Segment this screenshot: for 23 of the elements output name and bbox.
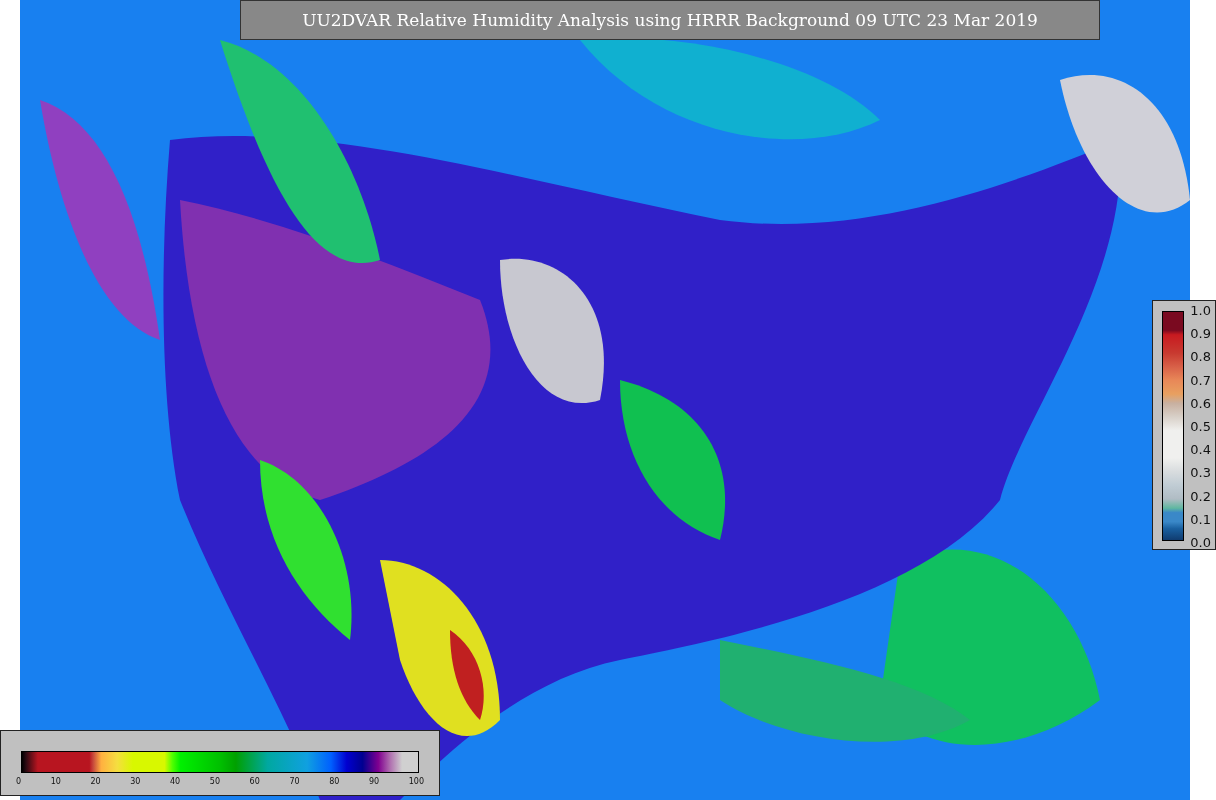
colorbar-tick-label: 100 [408, 777, 424, 786]
colorbar-tick-label: 0.4 [1190, 442, 1211, 459]
colorbar-tick-label: 10 [50, 777, 61, 786]
colorbar-tick-label: 0.5 [1190, 418, 1211, 435]
colorbar-tick-label: 70 [289, 777, 300, 786]
colorbar-tick-label: 0.1 [1190, 511, 1211, 528]
colorbar-tick-label: 0.7 [1190, 372, 1211, 389]
colorbar-tick-label: 20 [90, 777, 101, 786]
colorbar-tick-label: 0.3 [1190, 465, 1211, 482]
map-title: UU2DVAR Relative Humidity Analysis using HRRR Background 09 UTC 23 Mar 2019 [240, 0, 1100, 40]
colorbar-tick-label: 0.0 [1190, 534, 1211, 551]
colorbar-tick-label: 1.0 [1190, 303, 1211, 319]
colorbar-tick-label: 40 [170, 777, 181, 786]
colorbar-tick-label: 90 [368, 777, 380, 786]
colorbar-tick-label: 0 [16, 777, 22, 786]
colorbar-tick-label: 30 [130, 777, 141, 786]
colorbar-tick-label: 0.6 [1190, 395, 1211, 412]
colorbar-tick-label: 0.9 [1190, 326, 1211, 343]
colorbar-tick-label: 0.2 [1190, 488, 1211, 505]
colorbar-tick-label: 60 [249, 777, 260, 786]
colorbar-tick-label: 50 [209, 777, 220, 786]
colorbar-tick-label: 80 [329, 777, 340, 786]
colorbar-tick-label: 0.8 [1190, 349, 1211, 366]
